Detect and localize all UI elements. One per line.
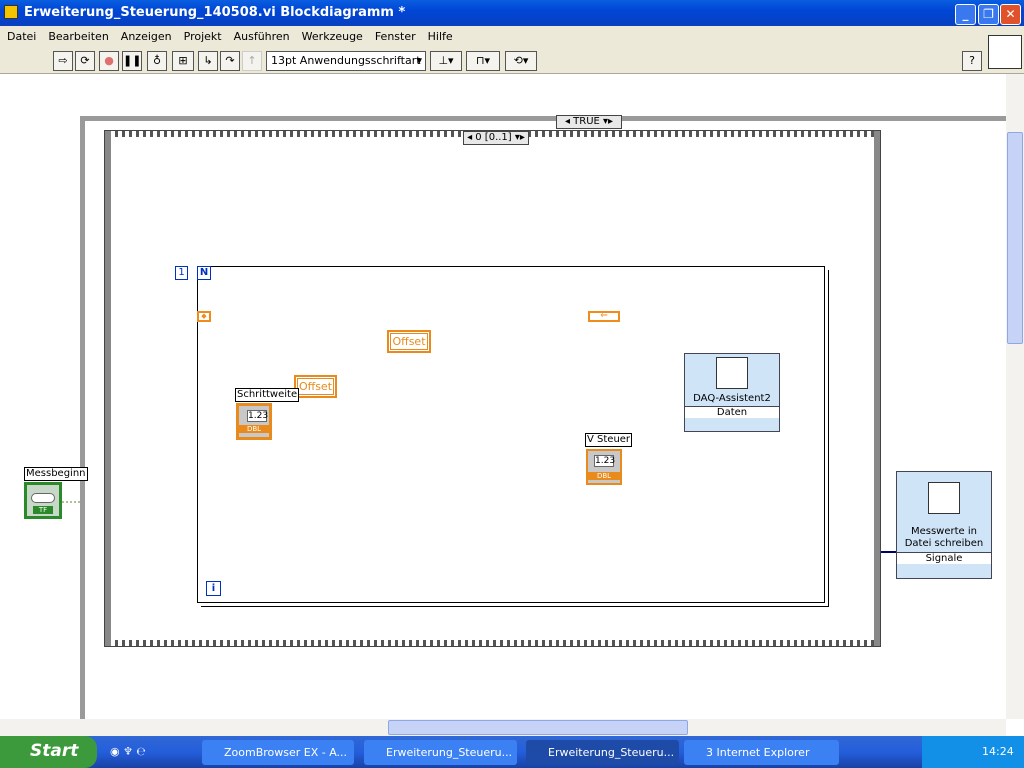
toolbar: ⇨ ⟳ ● ❚❚ ♁ ⊞ ↳ ↷ ↑ 13pt Anwendungsschrif… bbox=[0, 35, 1024, 74]
vsteuer-type: DBL bbox=[588, 472, 620, 480]
write-to-file-node[interactable]: Messwerte in Datei schreiben Signale bbox=[896, 471, 992, 579]
step-over-icon[interactable]: ↷ bbox=[220, 51, 240, 71]
messbeginn-type: TF bbox=[33, 506, 53, 514]
labview-icon bbox=[4, 5, 18, 19]
offset-local-variable-2[interactable]: Offset bbox=[294, 375, 337, 398]
step-out-icon[interactable]: ↑ bbox=[242, 51, 262, 71]
daq-title: DAQ-Assistent2 bbox=[693, 393, 771, 404]
block-diagram[interactable]: - + + ◂ TRUE ▾▸ ◂ 0 [0..1] ▾▸ 1 N i ◆ ⇐ … bbox=[0, 74, 1006, 719]
minimize-button[interactable]: _ bbox=[955, 4, 976, 25]
menu-hilfe[interactable]: Hilfe bbox=[428, 30, 453, 47]
task-zoombrowser[interactable]: ZoomBrowser EX - A... bbox=[202, 740, 354, 765]
menu-fenster[interactable]: Fenster bbox=[375, 30, 416, 47]
feedback-node-icon[interactable]: ⇐ bbox=[588, 311, 620, 322]
close-button[interactable]: ✕ bbox=[1000, 4, 1021, 25]
write-terminal-signale[interactable]: Signale bbox=[897, 552, 991, 564]
vsteuer-indicator[interactable]: 1.23 DBL bbox=[586, 449, 622, 485]
task-labview-2[interactable]: Erweiterung_Steueru... bbox=[526, 740, 679, 765]
menu-ausfuehren[interactable]: Ausführen bbox=[234, 30, 290, 47]
case-selector-value: TRUE bbox=[573, 116, 600, 127]
retain-wire-values-icon[interactable]: ⊞ bbox=[172, 51, 194, 71]
for-loop[interactable] bbox=[197, 266, 825, 603]
menu-datei[interactable]: Datei bbox=[7, 30, 36, 47]
chevron-down-icon: ▾ bbox=[416, 54, 422, 67]
reorder-icon[interactable]: ⟲▾ bbox=[505, 51, 537, 71]
vsteuer-label: V Steuer bbox=[585, 433, 633, 447]
font-select[interactable]: 13pt Anwendungsschriftart ▾ bbox=[266, 51, 426, 71]
window-title: Erweiterung_Steuerung_140508.vi Blockdia… bbox=[24, 5, 406, 20]
maximize-button[interactable]: ❐ bbox=[978, 4, 999, 25]
vsteuer-value: 1.23 bbox=[594, 455, 616, 467]
taskbar: Start ◉ ♆ ℮ ZoomBrowser EX - A... Erweit… bbox=[0, 736, 1024, 768]
vi-icon[interactable] bbox=[988, 35, 1022, 69]
start-button[interactable]: Start bbox=[0, 736, 97, 768]
help-button[interactable]: ? bbox=[962, 51, 982, 71]
vertical-scrollbar[interactable] bbox=[1006, 74, 1024, 719]
horizontal-scroll-thumb[interactable] bbox=[388, 720, 688, 735]
vertical-scroll-thumb[interactable] bbox=[1007, 132, 1023, 344]
run-continuously-icon[interactable]: ⟳ bbox=[75, 51, 95, 71]
task-labview-1[interactable]: Erweiterung_Steueru... bbox=[364, 740, 517, 765]
schrittweite-type: DBL bbox=[239, 425, 269, 433]
schrittweite-control[interactable]: 1.23 DBL bbox=[236, 403, 272, 440]
daq-card-icon bbox=[716, 357, 748, 389]
schrittweite-label: Schrittweite bbox=[235, 388, 300, 402]
menu-werkzeuge[interactable]: Werkzeuge bbox=[302, 30, 363, 47]
daq-terminal-daten[interactable]: Daten bbox=[685, 406, 779, 418]
font-select-value: 13pt Anwendungsschriftart bbox=[271, 54, 421, 67]
case-selector[interactable]: ◂ TRUE ▾▸ bbox=[556, 115, 622, 129]
write-file-icon bbox=[928, 482, 960, 514]
daq-assistant-node[interactable]: DAQ-Assistent2 Daten bbox=[684, 353, 780, 432]
system-tray: 14:24 bbox=[922, 736, 1024, 768]
loop-count-terminal[interactable]: N bbox=[197, 266, 211, 280]
title-bar: Erweiterung_Steuerung_140508.vi Blockdia… bbox=[0, 0, 1024, 26]
highlight-bulb-icon[interactable]: ♁ bbox=[147, 51, 167, 71]
toggle-icon bbox=[31, 493, 55, 503]
shift-register-icon[interactable]: ◆ bbox=[197, 311, 211, 322]
start-label: Start bbox=[30, 741, 79, 761]
horizontal-scrollbar[interactable] bbox=[0, 719, 1006, 736]
run-arrow-icon[interactable]: ⇨ bbox=[53, 51, 73, 71]
menu-bar: Datei Bearbeiten Anzeigen Projekt Ausfüh… bbox=[0, 26, 1024, 47]
sequence-selector-value: 0 [0..1] bbox=[475, 132, 512, 143]
task-internet-explorer[interactable]: 3 Internet Explorer bbox=[684, 740, 839, 765]
step-into-icon[interactable]: ↳ bbox=[198, 51, 218, 71]
messbeginn-label: Messbeginn bbox=[24, 467, 88, 481]
menu-bearbeiten[interactable]: Bearbeiten bbox=[48, 30, 108, 47]
messbeginn-control[interactable]: TF bbox=[24, 482, 62, 519]
offset-local-variable-1[interactable]: Offset bbox=[387, 330, 431, 353]
sequence-selector[interactable]: ◂ 0 [0..1] ▾▸ bbox=[463, 131, 529, 145]
abort-icon[interactable]: ● bbox=[99, 51, 119, 71]
schrittweite-value: 1.23 bbox=[247, 410, 269, 422]
quick-launch-icons[interactable]: ◉ ♆ ℮ bbox=[110, 745, 146, 758]
align-objects-icon[interactable]: ⊥▾ bbox=[430, 51, 462, 71]
distribute-objects-icon[interactable]: ⊓▾ bbox=[466, 51, 500, 71]
loop-index-terminal: i bbox=[206, 581, 221, 596]
menu-anzeigen[interactable]: Anzeigen bbox=[121, 30, 172, 47]
pause-icon[interactable]: ❚❚ bbox=[122, 51, 142, 71]
write-title: Messwerte in Datei schreiben bbox=[904, 526, 984, 549]
loop-count-constant[interactable]: 1 bbox=[175, 266, 188, 280]
menu-projekt[interactable]: Projekt bbox=[184, 30, 222, 47]
clock: 14:24 bbox=[982, 745, 1014, 758]
